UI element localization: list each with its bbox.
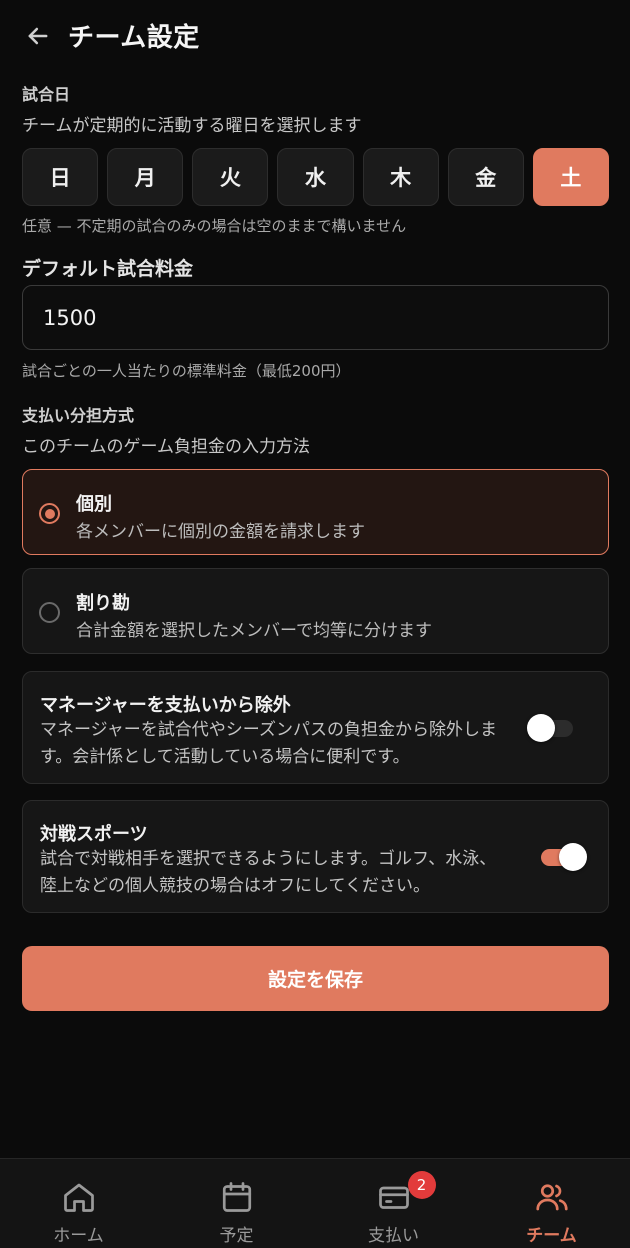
option-title: 個別 xyxy=(76,494,112,515)
payment-split-description: このチームのゲーム負担金の入力方法 xyxy=(22,437,310,457)
day-wednesday[interactable]: 水 xyxy=(277,148,354,206)
exclude-manager-toggle[interactable] xyxy=(527,714,575,742)
save-button[interactable]: 設定を保存 xyxy=(22,946,609,1011)
tab-label: 支払い xyxy=(368,1226,419,1246)
day-monday[interactable]: 月 xyxy=(107,148,184,206)
tab-payments[interactable]: 2 支払い xyxy=(315,1159,472,1248)
versus-sport-title: 対戦スポーツ xyxy=(40,824,148,845)
split-option-equal[interactable]: 割り勘 合計金額を選択したメンバーで均等に分けます xyxy=(22,568,609,654)
radio-unselected-icon xyxy=(39,602,60,623)
day-tuesday[interactable]: 火 xyxy=(192,148,269,206)
option-description: 合計金額を選択したメンバーで均等に分けます xyxy=(76,621,432,641)
tab-label: 予定 xyxy=(219,1226,254,1246)
tab-team[interactable]: チーム xyxy=(473,1159,630,1248)
versus-sport-toggle[interactable] xyxy=(539,843,587,871)
fee-help: 試合ごとの一人当たりの標準料金（最低200円） xyxy=(22,362,351,380)
versus-sport-description: 試合で対戦相手を選択できるようにします。ゴルフ、水泳、陸上などの個人競技の場合は… xyxy=(40,849,497,896)
day-friday[interactable]: 金 xyxy=(447,148,524,206)
back-button[interactable] xyxy=(18,18,58,54)
tab-label: チーム xyxy=(526,1226,577,1246)
day-saturday[interactable]: 土 xyxy=(532,148,609,206)
versus-sport-card: 対戦スポーツ 試合で対戦相手を選択できるようにします。ゴルフ、水泳、陸上などの個… xyxy=(22,800,609,913)
split-option-individual[interactable]: 個別 各メンバーに個別の金額を請求します xyxy=(22,469,609,555)
match-day-label: 試合日 xyxy=(22,85,71,104)
day-selector: 日 月 火 水 木 金 土 xyxy=(22,148,609,206)
payment-split-label: 支払い分担方式 xyxy=(22,406,135,425)
match-day-description: チームが定期的に活動する曜日を選択します xyxy=(22,116,362,136)
exclude-manager-description: マネージャーを試合代やシーズンパスの負担金から除外します。会計係として活動してい… xyxy=(40,720,497,767)
day-thursday[interactable]: 木 xyxy=(362,148,439,206)
match-day-help: 任意 — 不定期の試合のみの場合は空のままで構いません xyxy=(22,217,407,235)
tab-home[interactable]: ホーム xyxy=(0,1159,157,1248)
header: チーム設定 xyxy=(0,0,630,72)
fee-label: デフォルト試合料金 xyxy=(22,258,194,280)
exclude-manager-card: マネージャーを支払いから除外 マネージャーを試合代やシーズンパスの負担金から除外… xyxy=(22,671,609,784)
credit-card-icon xyxy=(378,1186,409,1209)
payments-badge: 2 xyxy=(407,1171,436,1199)
home-icon xyxy=(63,1183,94,1212)
arrow-left-icon xyxy=(28,27,48,45)
fee-input[interactable] xyxy=(22,285,609,350)
option-title: 割り勘 xyxy=(76,593,130,614)
page-title: チーム設定 xyxy=(68,23,200,53)
users-icon xyxy=(535,1184,568,1211)
tab-schedule[interactable]: 予定 xyxy=(158,1159,315,1248)
radio-selected-icon xyxy=(39,503,60,524)
calendar-icon xyxy=(222,1182,251,1212)
day-sunday[interactable]: 日 xyxy=(22,148,99,206)
option-description: 各メンバーに個別の金額を請求します xyxy=(76,522,365,542)
exclude-manager-title: マネージャーを支払いから除外 xyxy=(40,695,291,716)
bottom-tab-bar: ホーム 予定 2 支払い チーム xyxy=(0,1158,630,1248)
tab-label: ホーム xyxy=(53,1226,104,1246)
